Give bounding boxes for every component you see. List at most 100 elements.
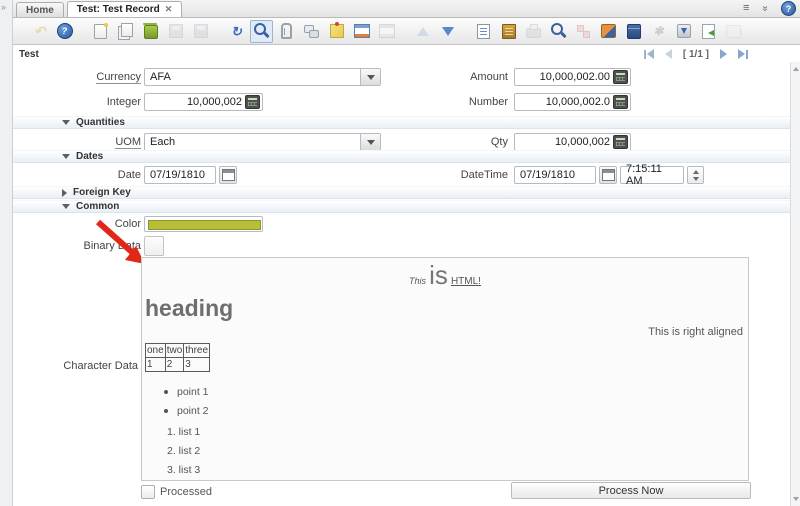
close-icon[interactable]: ✕ xyxy=(165,4,173,15)
vertical-scrollbar[interactable] xyxy=(790,62,800,506)
help-icon[interactable]: ? xyxy=(781,1,796,16)
requery-button[interactable]: ↻ xyxy=(225,20,248,43)
preview-bullet-list: point 1 point 2 xyxy=(142,386,748,417)
note-icon xyxy=(330,24,344,38)
copy-record-button[interactable] xyxy=(114,20,137,43)
save-and-create-button[interactable] xyxy=(189,20,212,43)
preview-word-this: This xyxy=(409,276,426,286)
integer-field[interactable]: 10,000,002 xyxy=(144,93,263,111)
application-window: » Home Test: Test Record ✕ ≡ » ? ↶ ? xyxy=(0,0,800,506)
preview-numbered-list: 1. list 1 2. list 2 3. list 3 xyxy=(142,426,748,476)
date-value: 07/19/1810 xyxy=(150,169,205,181)
first-record-button[interactable] xyxy=(644,49,654,59)
tab-test-record[interactable]: Test: Test Record ✕ xyxy=(67,1,183,17)
spinner-up-icon[interactable] xyxy=(693,170,699,174)
scroll-up-icon[interactable] xyxy=(791,64,800,74)
amount-field[interactable]: 10,000,002.00 xyxy=(514,68,631,86)
previous-record-button[interactable] xyxy=(665,49,672,59)
date-field[interactable]: 07/19/1810 xyxy=(144,166,216,184)
section-foreign-key[interactable]: Foreign Key xyxy=(13,186,791,199)
amount-value: 10,000,002.00 xyxy=(540,71,610,83)
last-record-button[interactable] xyxy=(738,49,748,59)
calculator-icon[interactable] xyxy=(613,135,628,149)
calculator-icon[interactable] xyxy=(613,70,628,84)
file-import-button[interactable] xyxy=(697,20,720,43)
tab-bar: Home Test: Test Record ✕ ≡ » ? xyxy=(13,0,800,18)
attachment-button[interactable] xyxy=(275,20,298,43)
print-preview-button[interactable] xyxy=(722,20,745,43)
binary-data-label: Binary Data xyxy=(13,237,141,255)
new-record-button[interactable] xyxy=(89,20,112,43)
product-info-button[interactable] xyxy=(622,20,645,43)
table-header-cell: one xyxy=(146,344,166,358)
uom-combobox[interactable]: Each xyxy=(144,133,381,151)
section-foreign-key-label: Foreign Key xyxy=(73,187,131,198)
report-button[interactable] xyxy=(472,20,495,43)
ignore-changes-button[interactable]: ↶ xyxy=(28,20,51,43)
section-common[interactable]: Common xyxy=(13,200,791,213)
toolbar: ↶ ? ↻ ✱ xyxy=(13,18,800,45)
calculator-icon[interactable] xyxy=(613,95,628,109)
zoom-across-button[interactable] xyxy=(547,20,570,43)
date-label: Date xyxy=(13,166,141,184)
detail-grid-button[interactable] xyxy=(375,20,398,43)
post-it-button[interactable] xyxy=(325,20,348,43)
qty-value: 10,000,002 xyxy=(555,136,610,148)
chat-icon xyxy=(304,25,319,38)
datetime-date-field[interactable]: 07/19/1810 xyxy=(514,166,596,184)
refresh-icon: ↻ xyxy=(231,25,242,38)
section-dates[interactable]: Dates xyxy=(13,150,791,163)
datetime-calendar-button[interactable] xyxy=(599,166,617,184)
page-title: Test xyxy=(13,49,39,60)
record-page-indicator: [ 1/1 ] xyxy=(683,49,709,60)
preview-heading: heading xyxy=(145,295,748,322)
export-button[interactable] xyxy=(672,20,695,43)
save-button[interactable] xyxy=(164,20,187,43)
process-button-toolbar[interactable]: ✱ xyxy=(647,20,670,43)
west-panel-expander[interactable]: » xyxy=(0,0,13,506)
help-button[interactable]: ? xyxy=(53,20,76,43)
currency-combobox[interactable]: AFA xyxy=(144,68,381,86)
new-record-icon xyxy=(94,24,107,39)
datetime-time-field[interactable]: 7:15:11 AM xyxy=(620,166,684,184)
chat-button[interactable] xyxy=(300,20,323,43)
section-common-label: Common xyxy=(76,201,119,212)
calculator-icon[interactable] xyxy=(245,95,260,109)
table-header-cell: three xyxy=(184,344,210,358)
scroll-down-icon[interactable] xyxy=(791,494,800,504)
search-icon xyxy=(254,23,266,35)
archive-button[interactable] xyxy=(497,20,520,43)
toggle-grid-button[interactable] xyxy=(350,20,373,43)
date-calendar-button[interactable] xyxy=(219,166,237,184)
main-area: Home Test: Test Record ✕ ≡ » ? ↶ ? ↻ xyxy=(13,0,800,506)
next-record-button[interactable] xyxy=(720,49,727,59)
print-button[interactable] xyxy=(522,20,545,43)
table-row: 1 2 3 xyxy=(146,358,210,372)
check-requests-button[interactable] xyxy=(597,20,620,43)
preview-html-link[interactable]: HTML! xyxy=(451,276,481,287)
menu-icon[interactable]: ≡ xyxy=(743,2,749,15)
active-workflows-button[interactable] xyxy=(572,20,595,43)
detail-record-button[interactable] xyxy=(436,20,459,43)
section-quantities[interactable]: Quantities xyxy=(13,116,791,129)
spinner-down-icon[interactable] xyxy=(693,177,699,181)
paperclip-icon xyxy=(281,23,292,39)
number-field[interactable]: 10,000,002.0 xyxy=(514,93,631,111)
binary-data-button[interactable] xyxy=(144,236,164,256)
report-icon xyxy=(477,24,490,39)
parent-record-button[interactable] xyxy=(411,20,434,43)
process-now-button[interactable]: Process Now xyxy=(511,482,751,499)
processed-row: Processed xyxy=(141,485,212,499)
list-item: point 2 xyxy=(164,405,748,417)
character-data-preview[interactable]: This is HTML! heading This is right alig… xyxy=(141,257,749,481)
time-spinner[interactable] xyxy=(687,166,704,184)
color-picker-button[interactable] xyxy=(144,216,263,232)
expand-sidebar-icon[interactable]: » xyxy=(1,2,6,12)
tab-list-icon[interactable]: » xyxy=(759,6,772,12)
delete-record-button[interactable] xyxy=(139,20,162,43)
preview-center-line: This is HTML! xyxy=(142,260,748,291)
processed-checkbox[interactable] xyxy=(141,485,155,499)
tab-home[interactable]: Home xyxy=(16,2,64,17)
qty-field[interactable]: 10,000,002 xyxy=(514,133,631,151)
find-button[interactable] xyxy=(250,20,273,43)
